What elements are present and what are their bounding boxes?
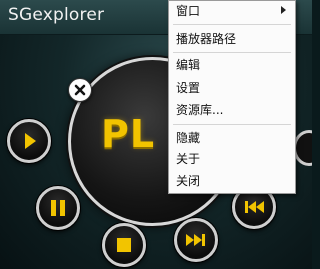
menu-item-label: 关于 — [176, 152, 201, 166]
pause-icon — [51, 200, 65, 216]
menu-separator — [173, 24, 291, 25]
player-display-text: PL — [101, 112, 156, 156]
menu-separator — [173, 124, 291, 125]
menu-item-hide[interactable]: 隐藏 — [169, 128, 295, 148]
menu-item-label: 播放器路径 — [176, 32, 237, 46]
context-menu: 窗口 播放器路径 编辑 设置 资源库... 隐藏 关于 关闭 — [168, 0, 296, 194]
menu-item-label: 编辑 — [176, 58, 201, 72]
menu-item-player-path[interactable]: 播放器路径 — [169, 29, 295, 49]
next-track-icon — [186, 234, 205, 246]
menu-separator — [173, 52, 291, 53]
menu-item-label: 关闭 — [176, 174, 201, 188]
menu-item-label: 窗口 — [176, 4, 201, 18]
menu-item-label: 设置 — [176, 81, 201, 95]
menu-item-close[interactable]: 关闭 — [169, 171, 295, 191]
pause-button[interactable] — [36, 186, 80, 230]
menu-item-settings[interactable]: 设置 — [169, 78, 295, 98]
menu-item-library[interactable]: 资源库... — [169, 100, 295, 120]
stop-icon — [117, 238, 131, 252]
menu-item-about[interactable]: 关于 — [169, 149, 295, 169]
close-icon — [74, 84, 86, 96]
stop-button[interactable] — [102, 223, 146, 267]
submenu-arrow-icon — [281, 6, 286, 14]
play-button[interactable] — [7, 119, 51, 163]
next-track-button[interactable] — [174, 218, 218, 262]
menu-item-edit[interactable]: 编辑 — [169, 55, 295, 75]
app-title: SGexplorer — [8, 5, 105, 25]
menu-item-label: 隐藏 — [176, 131, 201, 145]
menu-item-label: 资源库... — [176, 103, 224, 117]
menu-item-window[interactable]: 窗口 — [169, 1, 295, 21]
close-button[interactable] — [68, 78, 92, 102]
play-icon — [25, 133, 36, 149]
